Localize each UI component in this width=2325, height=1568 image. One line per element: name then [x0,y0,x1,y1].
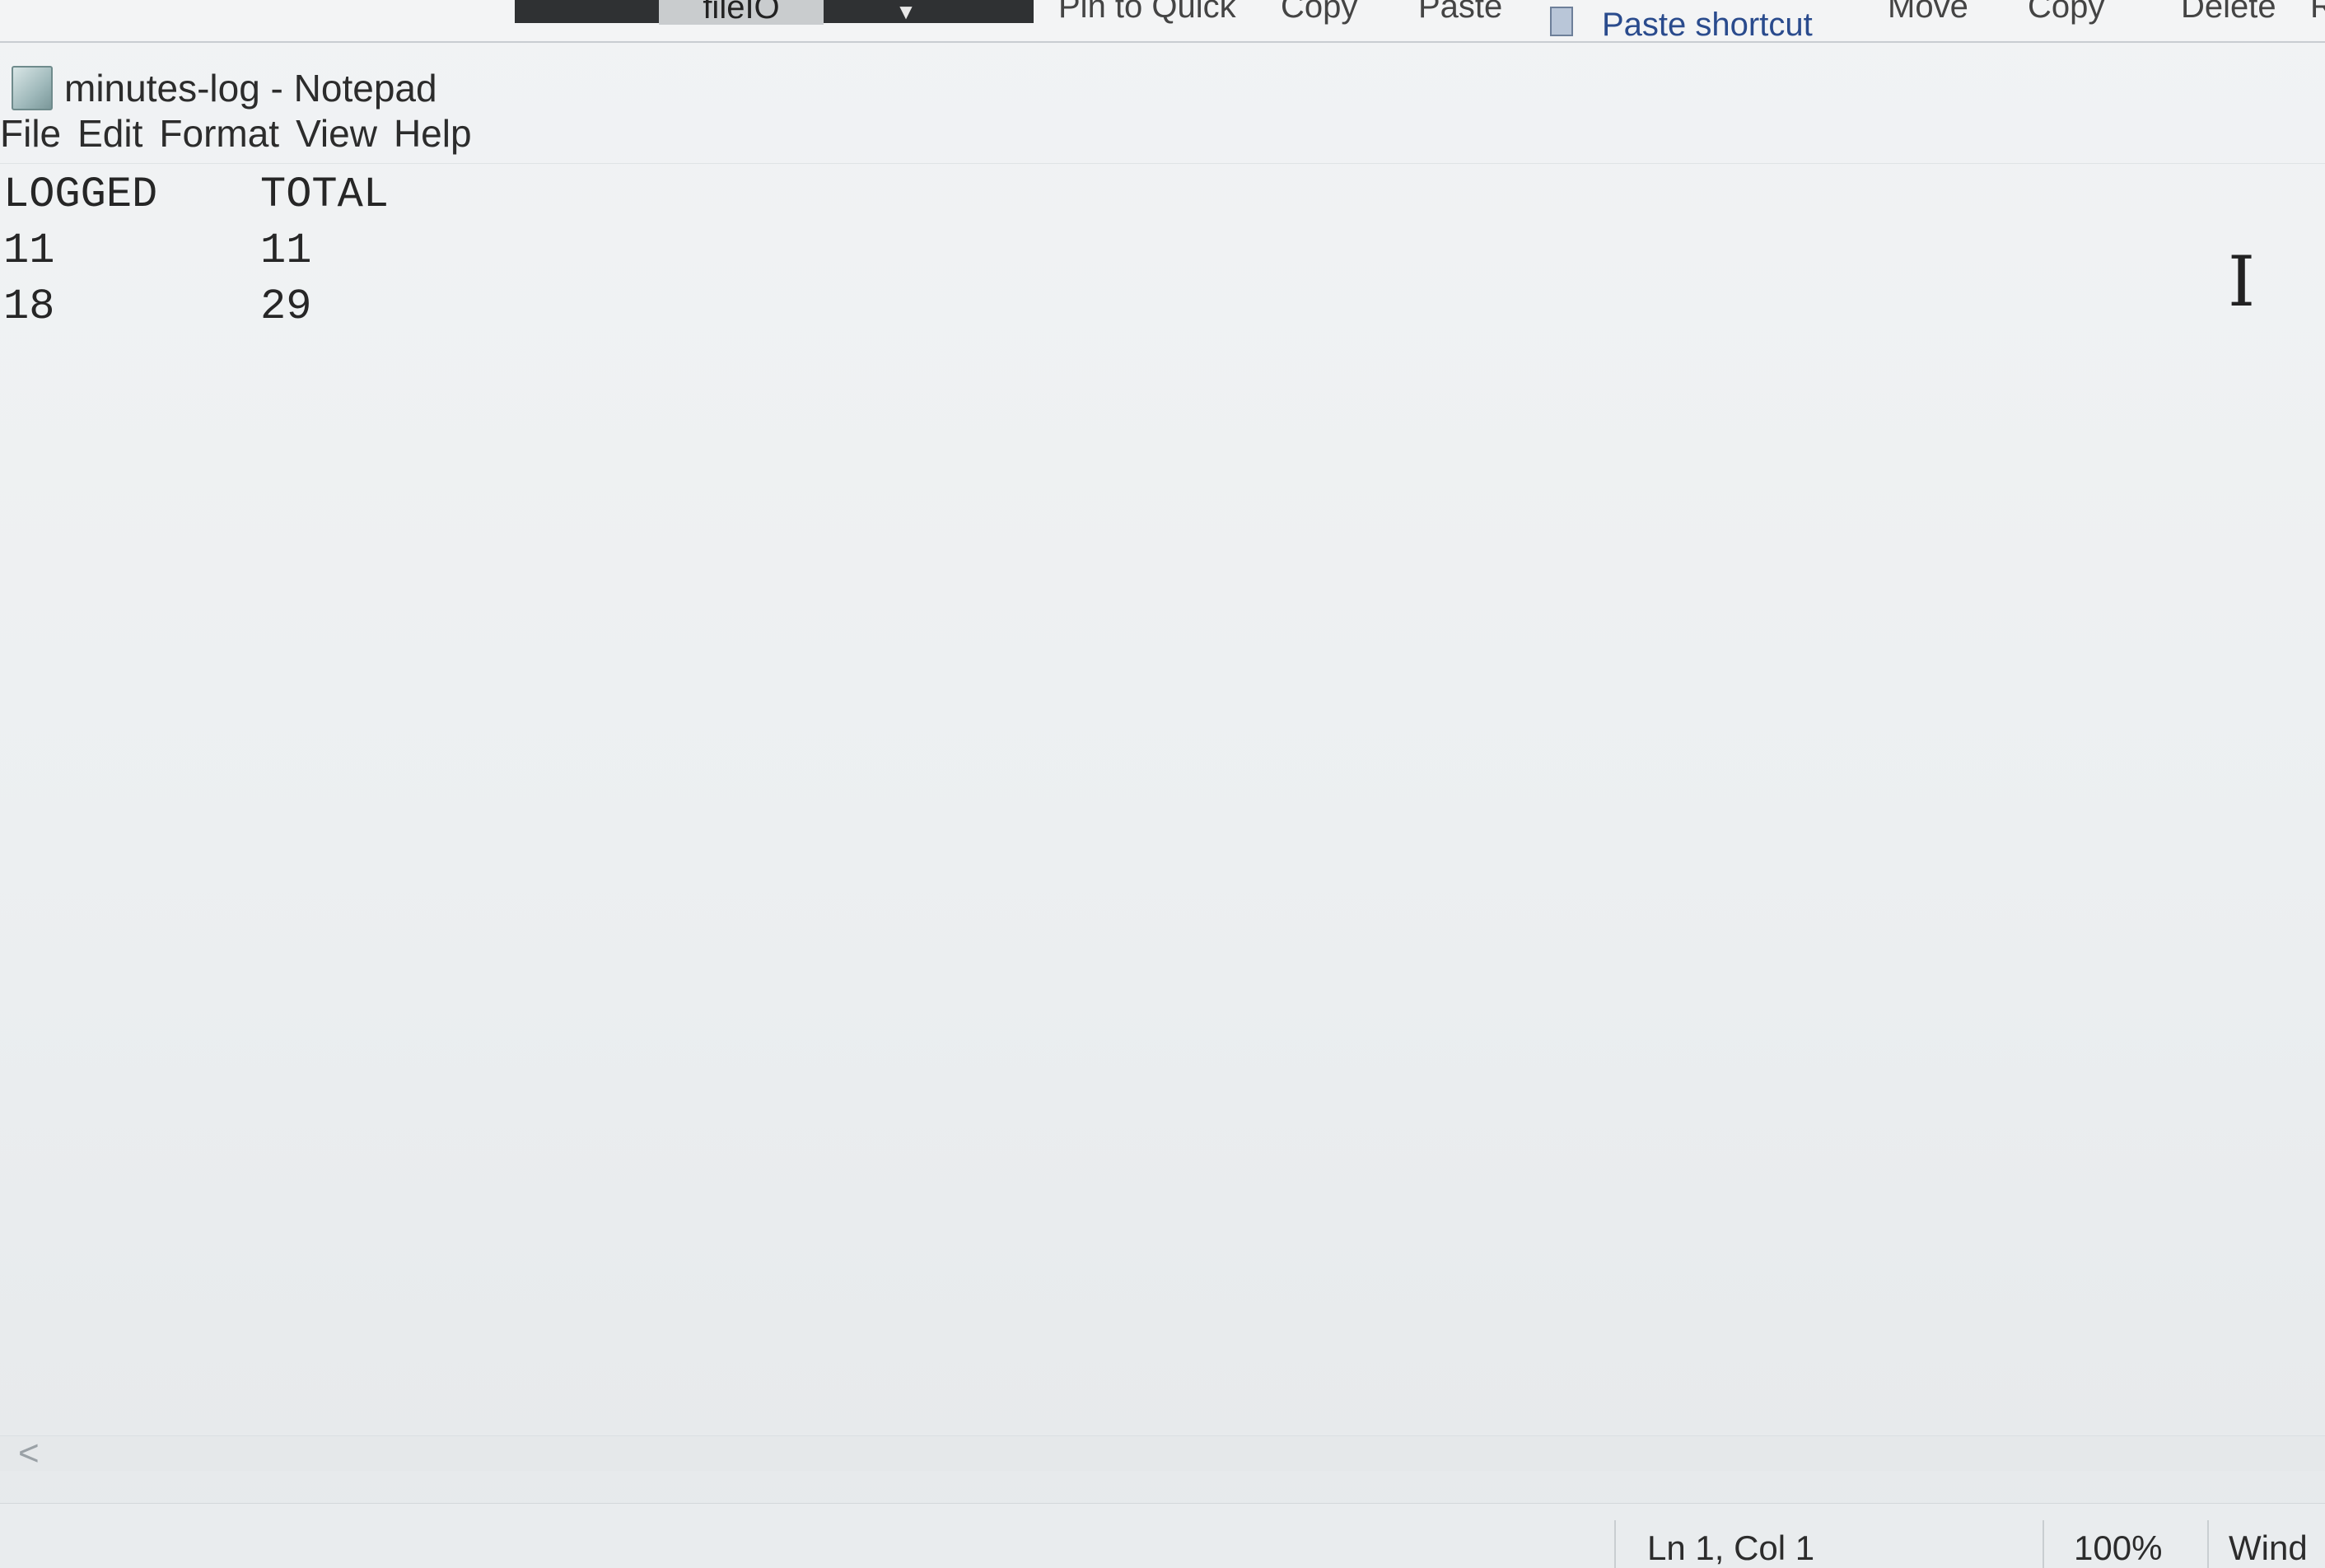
logged-value: 18 [3,282,55,331]
horizontal-scrollbar[interactable]: < [0,1435,2325,1472]
explorer-folder-tab[interactable]: fileIO [659,0,824,25]
column-header-total: TOTAL [260,170,390,219]
caret-down-icon[interactable]: ▼ [869,0,943,23]
rename-button[interactable]: R [2310,0,2325,26]
screen: fileIO ▼ Pin to Quick Copy Paste Paste s… [0,0,2325,1568]
text-line: LOGGED TOTAL [3,167,389,223]
pin-to-quick-button[interactable]: Pin to Quick [1058,0,1236,26]
menu-edit[interactable]: Edit [77,111,142,161]
scroll-left-icon[interactable]: < [18,1435,40,1472]
explorer-folder-tab-label: fileIO [703,0,780,25]
column-header-logged: LOGGED [3,170,158,219]
line-ending: Wind [2229,1528,2308,1567]
total-value: 29 [260,282,312,331]
status-divider [2207,1520,2209,1568]
text-line: 18 29 [3,279,389,335]
status-divider [2043,1520,2044,1568]
status-bar: Ln 1, Col 1 100% Wind [0,1503,2325,1568]
logged-value: 11 [3,226,55,275]
copy-to-button[interactable]: Copy [2028,0,2104,26]
menu-view[interactable]: View [296,111,377,161]
copy-button[interactable]: Copy [1281,0,1357,26]
total-value: 11 [260,226,312,275]
paste-shortcut-icon [1550,7,1573,36]
ibeam-cursor-icon: I [2228,241,2256,322]
notepad-icon [12,66,53,110]
window-title: minutes-log - Notepad [64,67,437,110]
cursor-position: Ln 1, Col 1 [1647,1528,1815,1567]
status-divider [1614,1520,1616,1568]
title-bar: minutes-log - Notepad [0,33,2325,115]
move-to-button[interactable]: Move [1888,0,1968,26]
menu-help[interactable]: Help [394,111,472,161]
text-editor[interactable]: LOGGED TOTAL 11 11 18 29 [0,163,2325,1436]
document-content: LOGGED TOTAL 11 11 18 29 [3,167,389,335]
menu-format[interactable]: Format [159,111,279,161]
menu-file[interactable]: File [0,111,61,161]
delete-button[interactable]: Delete [2181,0,2276,26]
zoom-level: 100% [2074,1528,2163,1567]
paste-button[interactable]: Paste [1418,0,1502,26]
menu-bar: File Edit Format View Help [0,111,472,161]
text-line: 11 11 [3,223,389,279]
